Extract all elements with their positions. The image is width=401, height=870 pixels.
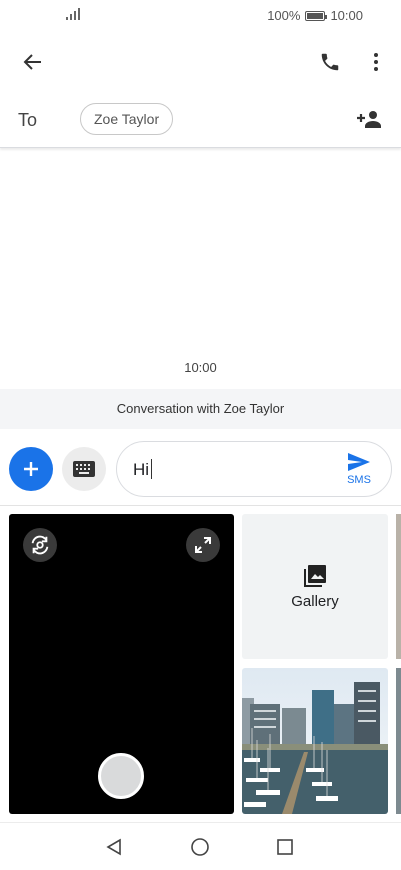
switch-camera-button[interactable]: [23, 528, 57, 562]
plus-icon: [24, 462, 38, 476]
system-nav-bar: [0, 822, 401, 870]
app-bar: [0, 32, 401, 92]
recipient-row: To Zoe Taylor: [0, 92, 401, 148]
send-button[interactable]: SMS: [343, 452, 375, 488]
conversation-banner: Conversation with Zoe Taylor: [0, 389, 401, 429]
camera-preview[interactable]: [9, 514, 234, 814]
nav-back-button[interactable]: [100, 835, 128, 859]
send-type-label: SMS: [347, 474, 371, 486]
camera-switch-icon: [31, 535, 49, 555]
expand-camera-button[interactable]: [186, 528, 220, 562]
clock: 10:00: [330, 8, 363, 23]
add-person-icon: [357, 111, 381, 128]
arrow-left-icon: [23, 54, 41, 70]
back-button[interactable]: [14, 48, 50, 76]
keyboard-icon: [73, 461, 95, 477]
square-recents-icon: [277, 839, 293, 855]
expand-icon: [195, 537, 211, 553]
photo-library-icon: [304, 565, 326, 587]
circle-home-icon: [191, 838, 209, 856]
nav-recents-button[interactable]: [271, 835, 299, 859]
phone-icon: [321, 53, 339, 71]
triangle-back-icon: [106, 838, 121, 856]
next-photo-tile[interactable]: [396, 668, 401, 814]
shutter-button[interactable]: [98, 753, 144, 799]
attach-button[interactable]: [9, 447, 53, 491]
gallery-tile[interactable]: Gallery: [242, 514, 388, 659]
add-recipient-button[interactable]: [352, 106, 386, 132]
battery-percent: 100%: [267, 8, 301, 23]
send-icon: [348, 453, 370, 471]
recent-photo-thumbnail[interactable]: [242, 668, 388, 814]
nav-home-button[interactable]: [186, 835, 214, 859]
message-text: Hi: [133, 459, 153, 480]
more-options-button[interactable]: [362, 48, 390, 76]
call-button[interactable]: [312, 48, 348, 76]
compose-bar: Hi SMS: [0, 437, 401, 501]
more-vert-icon: [374, 53, 378, 71]
next-media-tile[interactable]: [396, 514, 401, 659]
divider: [0, 505, 401, 506]
status-bar: 100% 10:00: [0, 0, 401, 32]
signal-icon: [66, 8, 80, 20]
harbor-photo: [242, 668, 388, 814]
to-label: To: [18, 110, 38, 130]
gallery-label: Gallery: [291, 593, 339, 610]
message-input[interactable]: Hi SMS: [116, 441, 392, 497]
battery-icon: [305, 10, 328, 21]
keyboard-button[interactable]: [62, 447, 106, 491]
message-timestamp: 10:00: [184, 360, 217, 375]
recipient-chip[interactable]: Zoe Taylor: [80, 103, 174, 135]
text-caret: [151, 459, 153, 480]
